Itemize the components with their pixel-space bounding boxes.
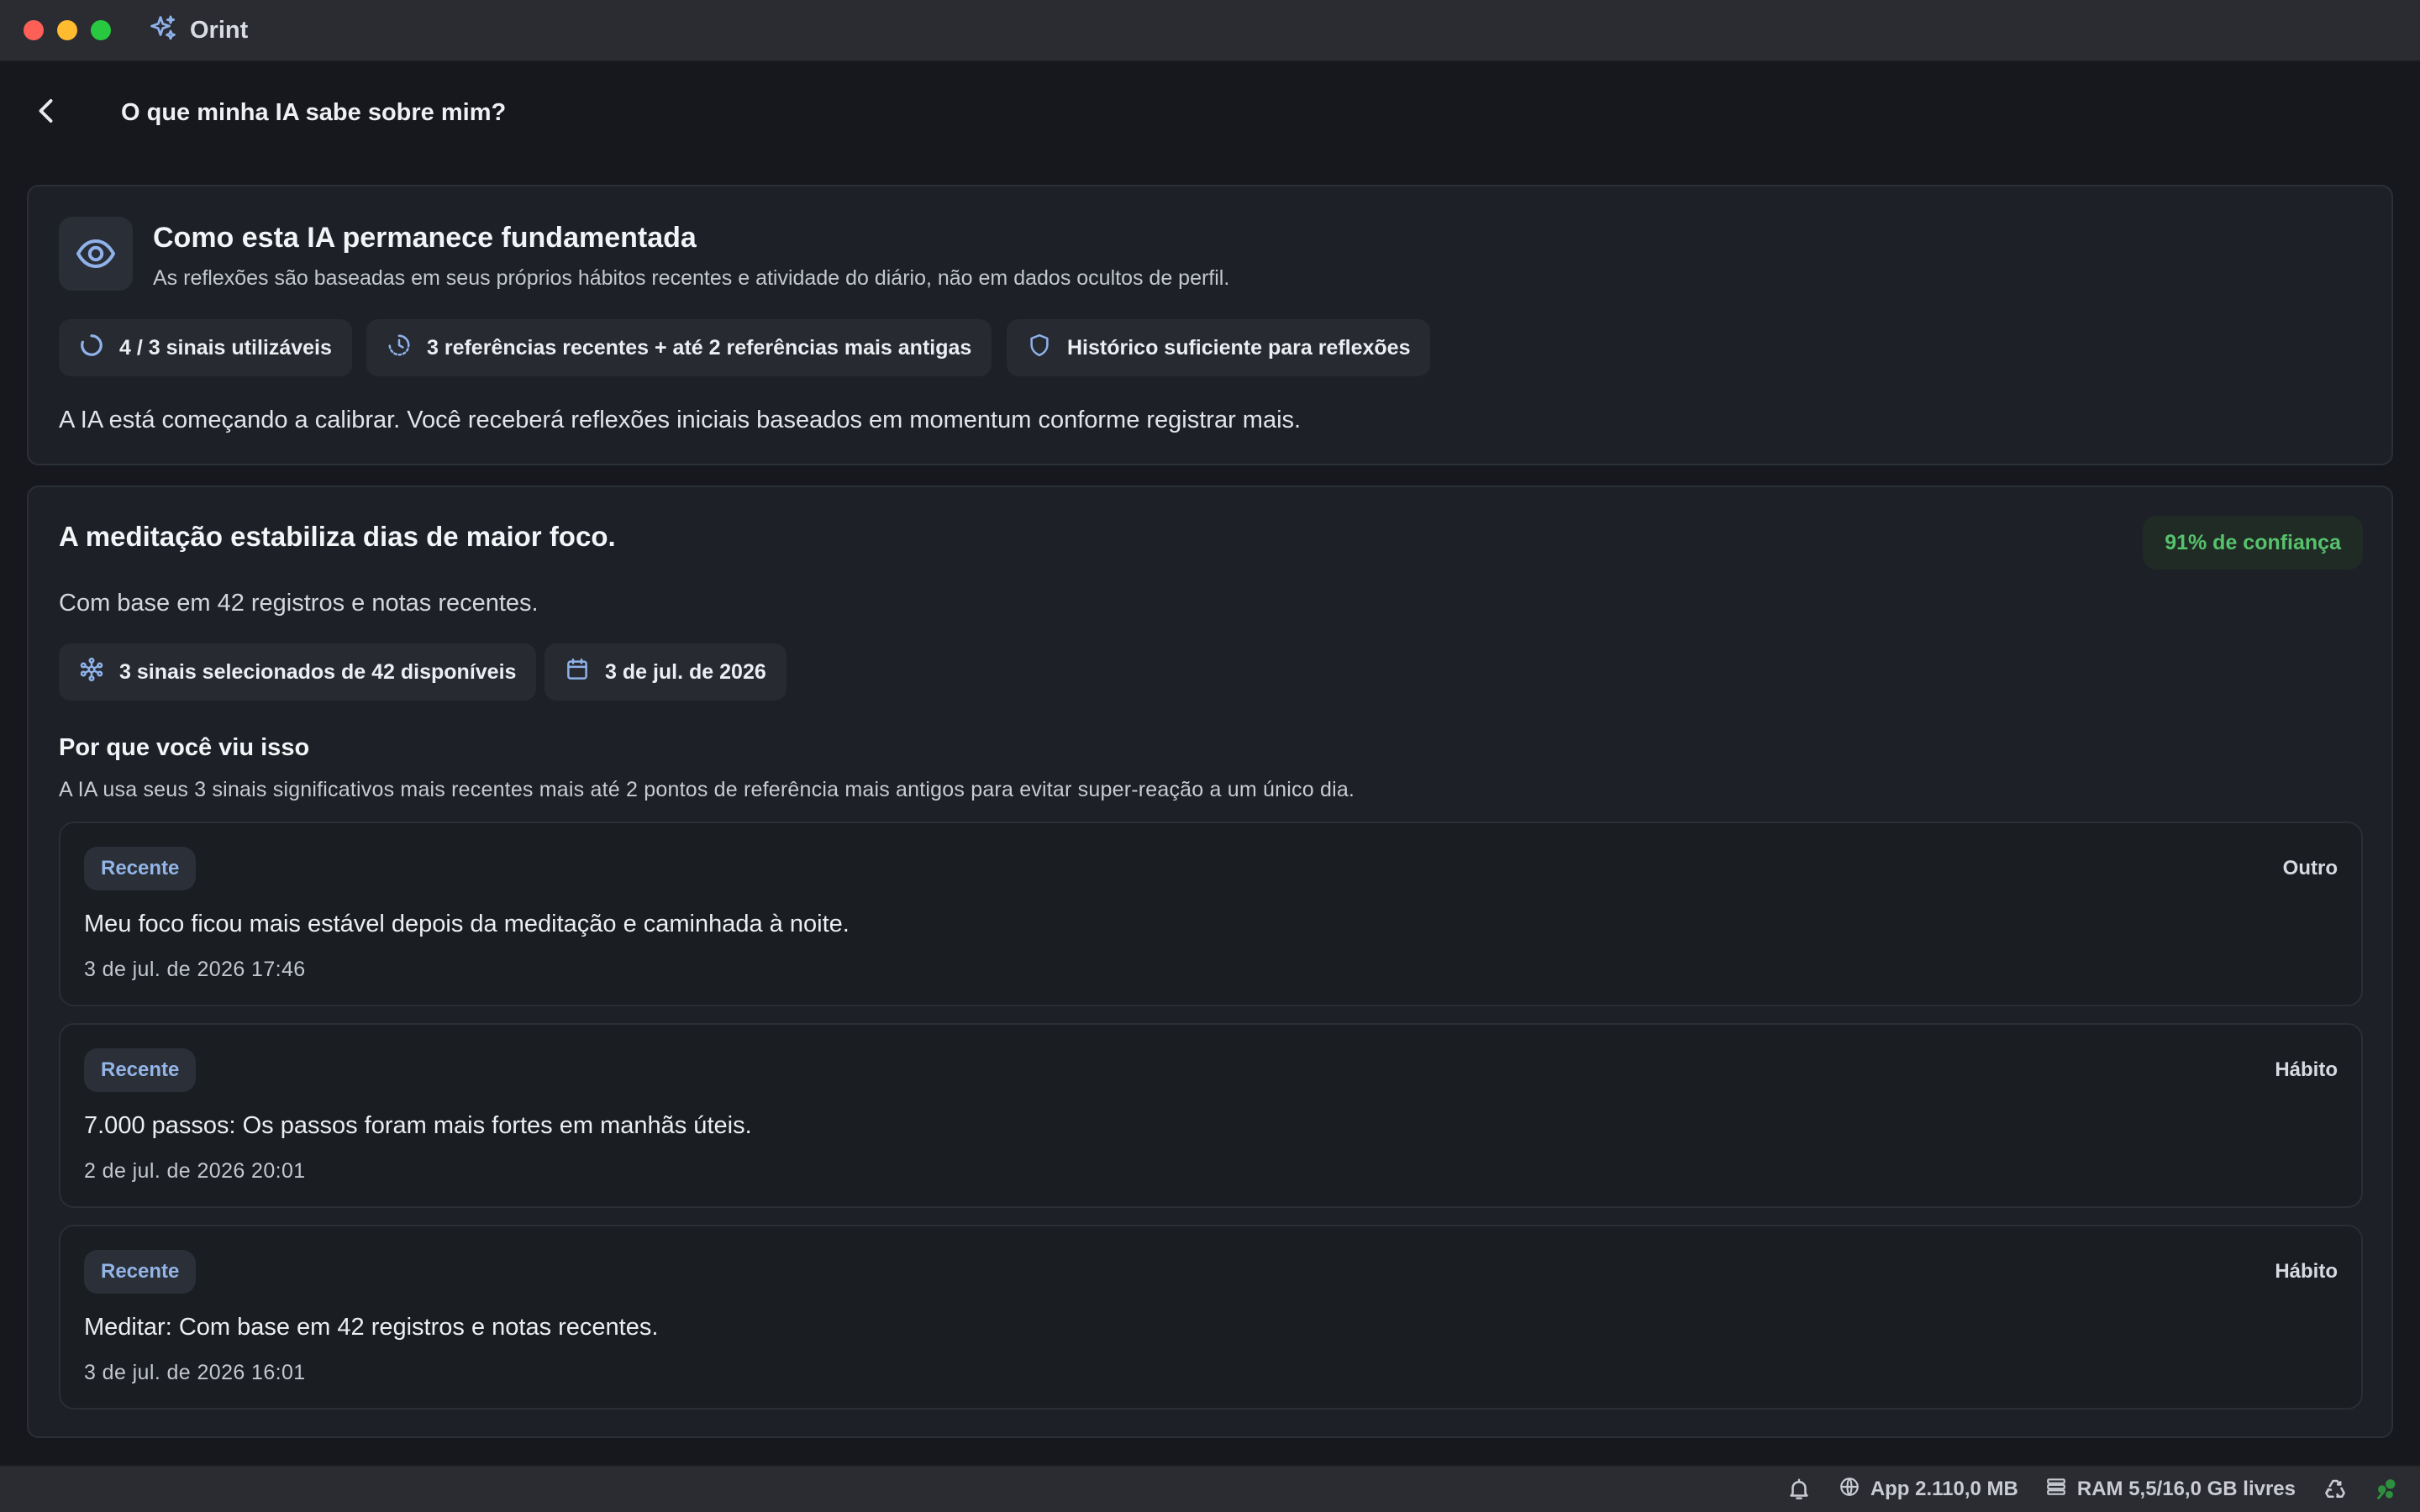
- selected-signals-chip: 3 sinais selecionados de 42 disponíveis: [59, 643, 537, 701]
- insight-basis: Com base em 42 registros e notas recente…: [59, 590, 539, 617]
- recycle-icon[interactable]: [2323, 1477, 2348, 1502]
- references-chip-label: 3 referências recentes + até 2 referênci…: [427, 335, 972, 360]
- window-controls: [24, 20, 111, 40]
- recent-badge: Recente: [84, 1048, 197, 1092]
- insight-date-chip: 3 de jul. de 2026: [544, 643, 786, 701]
- entry-kind: Hábito: [2275, 1058, 2338, 1081]
- signals-chip-label: 4 / 3 sinais utilizáveis: [119, 335, 332, 360]
- ram-indicator[interactable]: RAM 5,5/16,0 GB livres: [2045, 1476, 2296, 1504]
- sparkles-icon: [148, 13, 178, 48]
- evidence-entry[interactable]: Recente Outro Meu foco ficou mais estáve…: [59, 822, 2363, 1006]
- confidence-badge: 91% de confiança: [2143, 516, 2363, 570]
- zoom-window-button[interactable]: [91, 20, 111, 40]
- ram-label: RAM 5,5/16,0 GB livres: [2076, 1478, 2296, 1500]
- app-memory-indicator[interactable]: App 2.110,0 MB: [1839, 1476, 2018, 1504]
- calendar-icon: [565, 657, 590, 688]
- evidence-entry[interactable]: Recente Hábito 7.000 passos: Os passos f…: [59, 1023, 2363, 1208]
- evidence-entry[interactable]: Recente Hábito Meditar: Com base em 42 r…: [59, 1225, 2363, 1410]
- clock-history-icon: [387, 333, 412, 364]
- app-brand: Orint: [148, 13, 248, 48]
- why-text: A IA usa seus 3 sinais significativos ma…: [59, 778, 1355, 801]
- minimize-window-button[interactable]: [57, 20, 77, 40]
- insight-title: A meditação estabiliza dias de maior foc…: [59, 521, 616, 552]
- references-chip: 3 referências recentes + até 2 referênci…: [366, 319, 992, 376]
- grounding-title: Como esta IA permanece fundamentada: [153, 222, 697, 254]
- entry-text: Meditar: Com base em 42 registros e nota…: [84, 1314, 659, 1341]
- selected-signals-label: 3 sinais selecionados de 42 disponíveis: [119, 659, 517, 684]
- spinner-icon: [79, 333, 104, 364]
- history-chip: Histórico suficiente para reflexões: [1007, 319, 1431, 376]
- chevron-left-icon: [32, 96, 62, 130]
- recent-badge: Recente: [84, 847, 197, 890]
- recent-badge: Recente: [84, 1250, 197, 1294]
- entry-kind: Hábito: [2275, 1260, 2338, 1283]
- entry-text: Meu foco ficou mais estável depois da me…: [84, 911, 850, 937]
- status-bar: App 2.110,0 MB RAM 5,5/16,0 GB livres: [0, 1465, 2420, 1512]
- eye-icon: [59, 217, 133, 291]
- app-name: Orint: [190, 16, 249, 44]
- status-indicator-icon[interactable]: [2375, 1477, 2400, 1502]
- calibration-text: A IA está começando a calibrar. Você rec…: [59, 407, 1302, 433]
- globe-icon: [1839, 1476, 1860, 1504]
- back-button[interactable]: [22, 87, 72, 138]
- network-icon: [79, 657, 104, 688]
- shield-icon: [1027, 333, 1052, 364]
- page-title: O que minha IA sabe sobre mim?: [121, 98, 507, 126]
- close-window-button[interactable]: [24, 20, 44, 40]
- page-header: O que minha IA sabe sobre mim?: [0, 64, 2420, 161]
- app-memory-label: App 2.110,0 MB: [1870, 1478, 2018, 1500]
- window-titlebar: Orint: [0, 0, 2420, 62]
- entry-text: 7.000 passos: Os passos foram mais forte…: [84, 1112, 752, 1139]
- insight-card: A meditação estabiliza dias de maior foc…: [27, 486, 2393, 1438]
- signals-chip: 4 / 3 sinais utilizáveis: [59, 319, 352, 376]
- entry-kind: Outro: [2282, 857, 2338, 879]
- entry-date: 2 de jul. de 2026 20:01: [84, 1159, 306, 1183]
- why-title: Por que você viu isso: [59, 734, 310, 761]
- grounding-card: Como esta IA permanece fundamentada As r…: [27, 185, 2393, 465]
- history-chip-label: Histórico suficiente para reflexões: [1067, 335, 1411, 360]
- insight-date-label: 3 de jul. de 2026: [605, 659, 766, 684]
- memory-icon: [2045, 1476, 2067, 1504]
- grounding-subtitle: As reflexões são baseadas em seus própri…: [153, 266, 1230, 290]
- entry-date: 3 de jul. de 2026 16:01: [84, 1361, 306, 1384]
- bell-icon[interactable]: [1786, 1477, 1812, 1502]
- entry-date: 3 de jul. de 2026 17:46: [84, 958, 306, 981]
